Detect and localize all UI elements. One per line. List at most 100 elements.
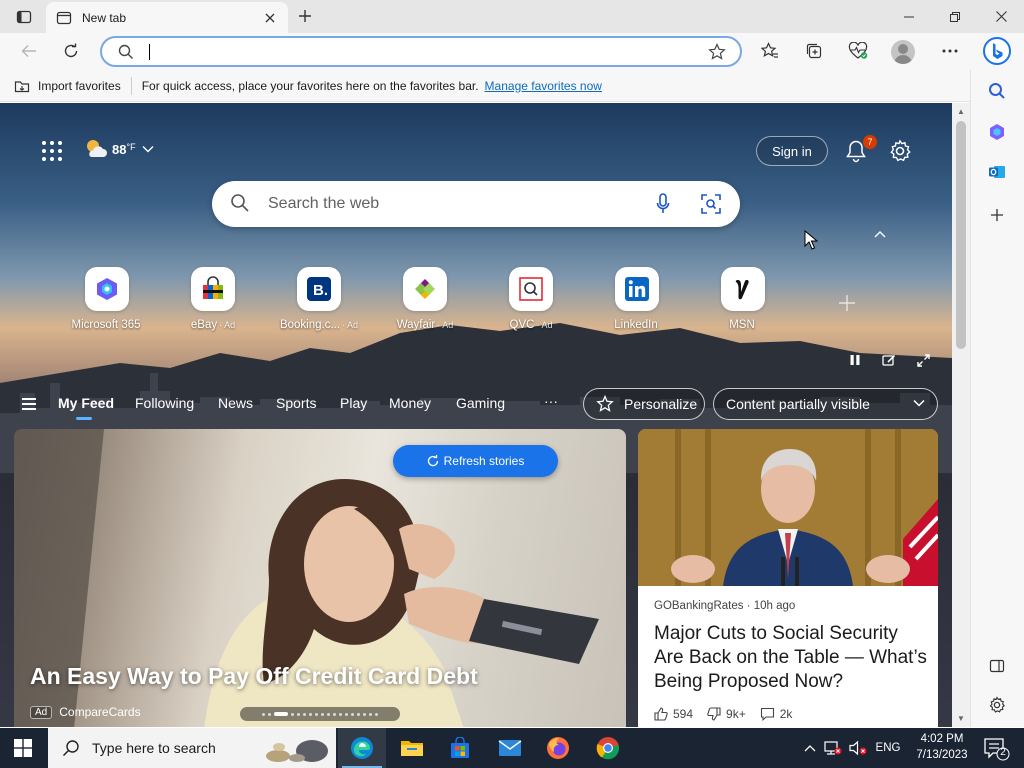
quick-links: Microsoft 365 eBay · Ad B. Booking.c... · … (52, 267, 872, 337)
taskbar-clock[interactable]: 4:02 PM 7/13/2023 (906, 731, 978, 765)
sidebar-settings-button[interactable] (984, 692, 1010, 718)
show-hidden-icons-button[interactable] (800, 728, 820, 768)
dislike-button[interactable]: 9k+ (707, 707, 746, 721)
firefox-icon (547, 737, 569, 759)
taskbar-microsoft-store[interactable] (436, 728, 484, 768)
collapse-quick-links-icon[interactable] (872, 229, 888, 241)
add-favorite-star-icon[interactable] (708, 43, 726, 61)
qvc-tile (509, 267, 553, 311)
expand-background-button[interactable] (914, 352, 932, 368)
linkedin-tile (615, 267, 659, 311)
refresh-stories-button[interactable]: Refresh stories (393, 445, 558, 477)
personalize-label: Personalize (624, 396, 698, 412)
partly-cloudy-icon (87, 140, 107, 157)
apps-launcher-button[interactable] (42, 141, 62, 161)
comment-count: 2k (779, 707, 793, 721)
volume-button[interactable] (846, 728, 870, 768)
taskbar-search-box[interactable]: Type here to search (48, 728, 336, 768)
taskbar-firefox[interactable] (534, 728, 582, 768)
background-info-button[interactable] (880, 352, 898, 368)
scrollbar-thumb[interactable] (956, 121, 966, 349)
avatar-body (894, 55, 912, 64)
booking-icon: B. (307, 277, 331, 301)
manage-favorites-link[interactable]: Manage favorites now (485, 79, 602, 93)
content-visibility-dropdown[interactable]: Content partially visible (713, 388, 938, 420)
carousel-pagination[interactable] (240, 707, 400, 721)
close-window-button[interactable] (978, 0, 1024, 33)
page-scrollbar[interactable]: ▲ ▼ (952, 103, 970, 727)
sidebar-hide-button[interactable] (984, 653, 1010, 679)
bing-chat-button[interactable] (982, 35, 1012, 67)
office-icon (990, 124, 1004, 140)
tab-actions-icon (16, 10, 32, 24)
feed-tab-my-feed[interactable]: My Feed (58, 395, 114, 411)
address-bar[interactable] (100, 36, 742, 67)
visual-search-icon[interactable] (700, 193, 722, 215)
pause-background-button[interactable] (846, 352, 864, 368)
personalize-button[interactable]: Personalize (583, 388, 705, 420)
sidebar-search-button[interactable] (984, 78, 1010, 104)
add-quick-link-icon[interactable] (838, 294, 856, 312)
sparkle-star-icon (596, 395, 614, 412)
quick-link-booking[interactable]: B. Booking.c... · Ad (264, 267, 374, 331)
feed-tab-sports[interactable]: Sports (276, 395, 316, 411)
weather-widget[interactable]: 88 °F (84, 138, 154, 160)
feed-more-button[interactable]: ··· (544, 393, 558, 409)
sidebar-add-button[interactable] (984, 202, 1010, 228)
network-status-button[interactable] (822, 728, 844, 768)
import-favorites-button[interactable]: Import favorites (14, 79, 121, 93)
quick-link-label: MSN (729, 319, 755, 331)
quick-link-msn[interactable]: MSN (688, 267, 798, 331)
scroll-down-arrow-icon[interactable]: ▼ (956, 713, 966, 723)
feed-tab-following[interactable]: Following (135, 395, 194, 411)
taskbar-chrome[interactable] (584, 728, 632, 768)
refresh-button[interactable] (56, 37, 86, 65)
featured-card-title[interactable]: An Easy Way to Pay Off Credit Card Debt (30, 663, 478, 690)
comments-button[interactable]: 2k (760, 707, 793, 721)
sidebar-office-button[interactable] (984, 119, 1010, 145)
minimize-button[interactable] (886, 0, 932, 33)
qvc-icon (519, 277, 543, 301)
browser-essentials-button[interactable] (843, 37, 873, 65)
input-language[interactable]: ENG (872, 728, 904, 768)
feed-tab-play[interactable]: Play (340, 395, 367, 411)
scroll-up-arrow-icon[interactable]: ▲ (956, 106, 966, 116)
new-tab-button[interactable] (294, 5, 316, 27)
taskbar-mail[interactable] (486, 728, 534, 768)
settings-more-button[interactable] (935, 37, 965, 65)
gear-icon (890, 139, 911, 162)
tab-close-button[interactable] (262, 10, 278, 26)
quick-link-linkedin[interactable]: LinkedIn (582, 267, 692, 331)
like-button[interactable]: 594 (654, 707, 693, 721)
web-search-box[interactable]: Search the web (212, 181, 740, 227)
taskbar-file-explorer[interactable] (388, 728, 436, 768)
start-button[interactable] (0, 728, 46, 768)
tab-actions-button[interactable] (8, 6, 40, 28)
collections-button[interactable] (799, 37, 829, 65)
favorites-button[interactable] (755, 37, 785, 65)
back-button[interactable] (14, 37, 44, 65)
page-settings-button[interactable] (888, 139, 912, 163)
folder-icon (401, 741, 423, 756)
quick-link-ebay[interactable]: eBay · Ad (158, 267, 268, 331)
profile-avatar[interactable] (891, 40, 915, 64)
quick-link-microsoft-365[interactable]: Microsoft 365 (52, 267, 162, 331)
tab-new-tab[interactable]: New tab (46, 2, 288, 33)
notifications-button[interactable]: 7 (845, 135, 877, 163)
feed-menu-button[interactable] (22, 398, 36, 410)
sidebar-outlook-button[interactable] (984, 159, 1010, 185)
svg-text:B.: B. (313, 282, 328, 299)
heart-pulse-icon (848, 42, 868, 59)
action-center-button[interactable]: 2 (980, 734, 1010, 762)
news-headline[interactable]: Major Cuts to Social Security Are Back o… (654, 622, 930, 694)
sign-in-button[interactable]: Sign in (756, 136, 828, 166)
quick-link-qvc[interactable]: QVC · Ad (476, 267, 586, 331)
taskbar-edge[interactable] (338, 728, 386, 768)
restore-button[interactable] (932, 0, 978, 33)
microphone-icon[interactable] (656, 193, 670, 215)
feed-tab-news[interactable]: News (218, 395, 253, 411)
feed-tab-gaming[interactable]: Gaming (456, 395, 505, 411)
news-card[interactable]: GOBankingRates · 10h ago Major Cuts to S… (638, 429, 938, 727)
feed-tab-money[interactable]: Money (389, 395, 431, 411)
quick-link-wayfair[interactable]: Wayfair · Ad (370, 267, 480, 331)
